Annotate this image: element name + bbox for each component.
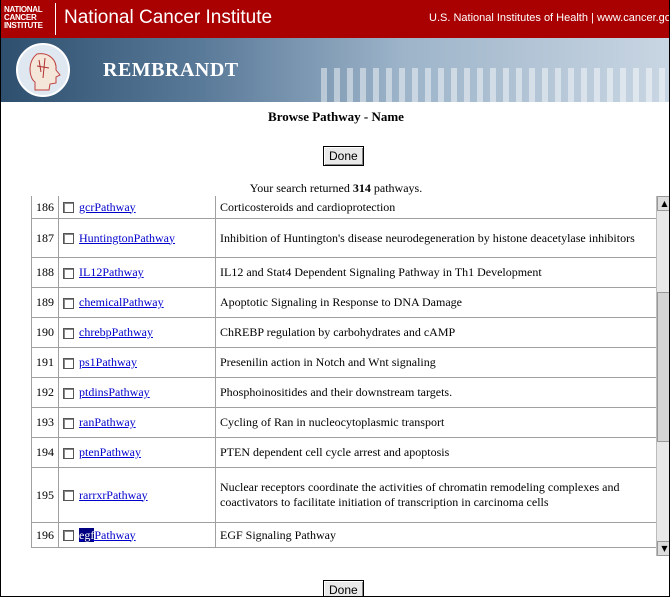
pathway-name-cell: ptdinsPathway xyxy=(59,378,216,408)
table-row: 195 rarrxrPathway Nuclear receptors coordi… xyxy=(31,468,659,523)
pathway-description: ChREBP regulation by carbohydrates and c… xyxy=(216,318,659,348)
row-number: 191 xyxy=(31,348,59,378)
table-row: 187 HuntingtonPathway Inhibition of Huntin… xyxy=(31,219,659,258)
pathway-name-cell: ps1Pathway xyxy=(59,348,216,378)
pathway-name-cell: ptenPathway xyxy=(59,438,216,468)
table-row: 192 ptdinsPathway Phosphoinositides and th… xyxy=(31,378,659,408)
pathway-checkbox[interactable] xyxy=(63,387,74,399)
banner-decoration xyxy=(321,68,669,102)
pathway-checkbox[interactable] xyxy=(63,357,74,369)
pathway-link[interactable]: ptdinsPathway xyxy=(79,385,150,399)
rembrandt-banner: REMBRANDT xyxy=(1,38,669,102)
pathway-link[interactable]: ranPathway xyxy=(79,415,136,429)
pathway-list[interactable]: 186 gcrPathway Corticosteroids and cardiop… xyxy=(31,196,669,559)
pathway-link[interactable]: HuntingtonPathway xyxy=(79,231,175,245)
browser-frame: NATIONAL CANCER INSTITUTE National Cance… xyxy=(0,0,670,597)
row-number: 193 xyxy=(31,408,59,438)
result-summary: Your search returned 314 pathways. xyxy=(1,181,669,196)
row-number: 186 xyxy=(31,196,59,219)
row-number: 192 xyxy=(31,378,59,408)
head-profile-icon xyxy=(16,43,70,97)
pathway-checkbox[interactable] xyxy=(63,202,74,214)
pathway-checkbox[interactable] xyxy=(63,490,74,502)
pathway-name-cell: gcrPathway xyxy=(59,196,216,219)
pathway-description: Cycling of Ran in nucleocytoplasmic tran… xyxy=(216,408,659,438)
pathway-checkbox[interactable] xyxy=(63,327,74,339)
done-button-bottom[interactable]: Done xyxy=(323,580,364,596)
pathway-link[interactable]: IL12Pathway xyxy=(79,265,144,279)
selected-text: egf xyxy=(79,527,95,542)
table-row: 196 egfPathway EGF Signaling Pathway xyxy=(31,523,659,548)
row-number: 189 xyxy=(31,288,59,318)
nci-logo[interactable]: NATIONAL CANCER INSTITUTE xyxy=(4,3,56,35)
triangle-down-icon[interactable]: ▼ xyxy=(657,541,669,556)
pathway-name-cell: chemicalPathway xyxy=(59,288,216,318)
pathway-checkbox[interactable] xyxy=(63,297,74,309)
row-number: 187 xyxy=(31,219,59,258)
pathway-checkbox[interactable] xyxy=(63,530,74,542)
pathway-description: EGF Signaling Pathway xyxy=(216,523,659,548)
nih-link[interactable]: U.S. National Institutes of Health | www… xyxy=(429,12,669,24)
result-suffix: pathways. xyxy=(370,181,423,195)
nci-banner: NATIONAL CANCER INSTITUTE National Cance… xyxy=(1,0,669,38)
pathway-name-cell: egfPathway xyxy=(59,523,216,548)
pathway-table: 186 gcrPathway Corticosteroids and cardiop… xyxy=(31,196,659,548)
result-count: 314 xyxy=(352,181,371,195)
pathway-link[interactable]: chrebpPathway xyxy=(79,325,153,339)
table-row: 194 ptenPathway PTEN dependent cell cycle … xyxy=(31,438,659,468)
table-row: 188 IL12Pathway IL12 and Stat4 Dependent S… xyxy=(31,258,659,288)
row-number: 194 xyxy=(31,438,59,468)
pathway-description: Presenilin action in Notch and Wnt signa… xyxy=(216,348,659,378)
pathway-description: Phosphoinositides and their downstream t… xyxy=(216,378,659,408)
pathway-link[interactable]: egfPathway xyxy=(79,527,136,542)
table-row: 190 chrebpPathway ChREBP regulation by car… xyxy=(31,318,659,348)
pathway-description: IL12 and Stat4 Dependent Signaling Pathw… xyxy=(216,258,659,288)
table-row: 186 gcrPathway Corticosteroids and cardiop… xyxy=(31,196,659,219)
link-text: Pathway xyxy=(94,527,136,542)
pathway-checkbox[interactable] xyxy=(63,417,74,429)
pathway-name-cell: HuntingtonPathway xyxy=(59,219,216,258)
pathway-checkbox[interactable] xyxy=(63,447,74,459)
table-row: 191 ps1Pathway Presenilin action in Notch … xyxy=(31,348,659,378)
pathway-link[interactable]: gcrPathway xyxy=(79,200,136,214)
pathway-description: PTEN dependent cell cycle arrest and apo… xyxy=(216,438,659,468)
vertical-scrollbar[interactable]: ▲ ▼ xyxy=(656,196,669,556)
row-number: 196 xyxy=(31,523,59,548)
nci-title[interactable]: National Cancer Institute xyxy=(64,7,272,29)
triangle-up-icon[interactable]: ▲ xyxy=(657,196,669,211)
pathway-link[interactable]: ps1Pathway xyxy=(79,355,137,369)
pathway-link[interactable]: ptenPathway xyxy=(79,445,141,459)
row-number: 188 xyxy=(31,258,59,288)
pathway-name-cell: chrebpPathway xyxy=(59,318,216,348)
pathway-description: Nuclear receptors coordinate the activit… xyxy=(216,468,659,523)
pathway-description: Apoptotic Signaling in Response to DNA D… xyxy=(216,288,659,318)
table-row: 193 ranPathway Cycling of Ran in nucleocyt… xyxy=(31,408,659,438)
scroll-thumb[interactable] xyxy=(657,292,669,442)
pathway-checkbox[interactable] xyxy=(63,267,74,279)
pathway-checkbox[interactable] xyxy=(63,233,74,245)
done-button-top[interactable]: Done xyxy=(323,146,364,166)
row-number: 190 xyxy=(31,318,59,348)
pathway-name-cell: rarrxrPathway xyxy=(59,468,216,523)
pathway-link[interactable]: rarrxrPathway xyxy=(79,488,148,502)
app-title: REMBRANDT xyxy=(103,59,239,81)
nci-logo-line-3: INSTITUTE xyxy=(4,21,43,30)
result-prefix: Your search returned xyxy=(249,181,353,195)
pathway-description: Inhibition of Huntington's disease neuro… xyxy=(216,219,659,258)
row-number: 195 xyxy=(31,468,59,523)
pathway-name-cell: ranPathway xyxy=(59,408,216,438)
pathway-description: Corticosteroids and cardioprotection xyxy=(216,196,659,219)
page-title: Browse Pathway - Name xyxy=(268,109,404,124)
pathway-link[interactable]: chemicalPathway xyxy=(79,295,164,309)
table-row: 189 chemicalPathway Apoptotic Signaling in… xyxy=(31,288,659,318)
pathway-name-cell: IL12Pathway xyxy=(59,258,216,288)
